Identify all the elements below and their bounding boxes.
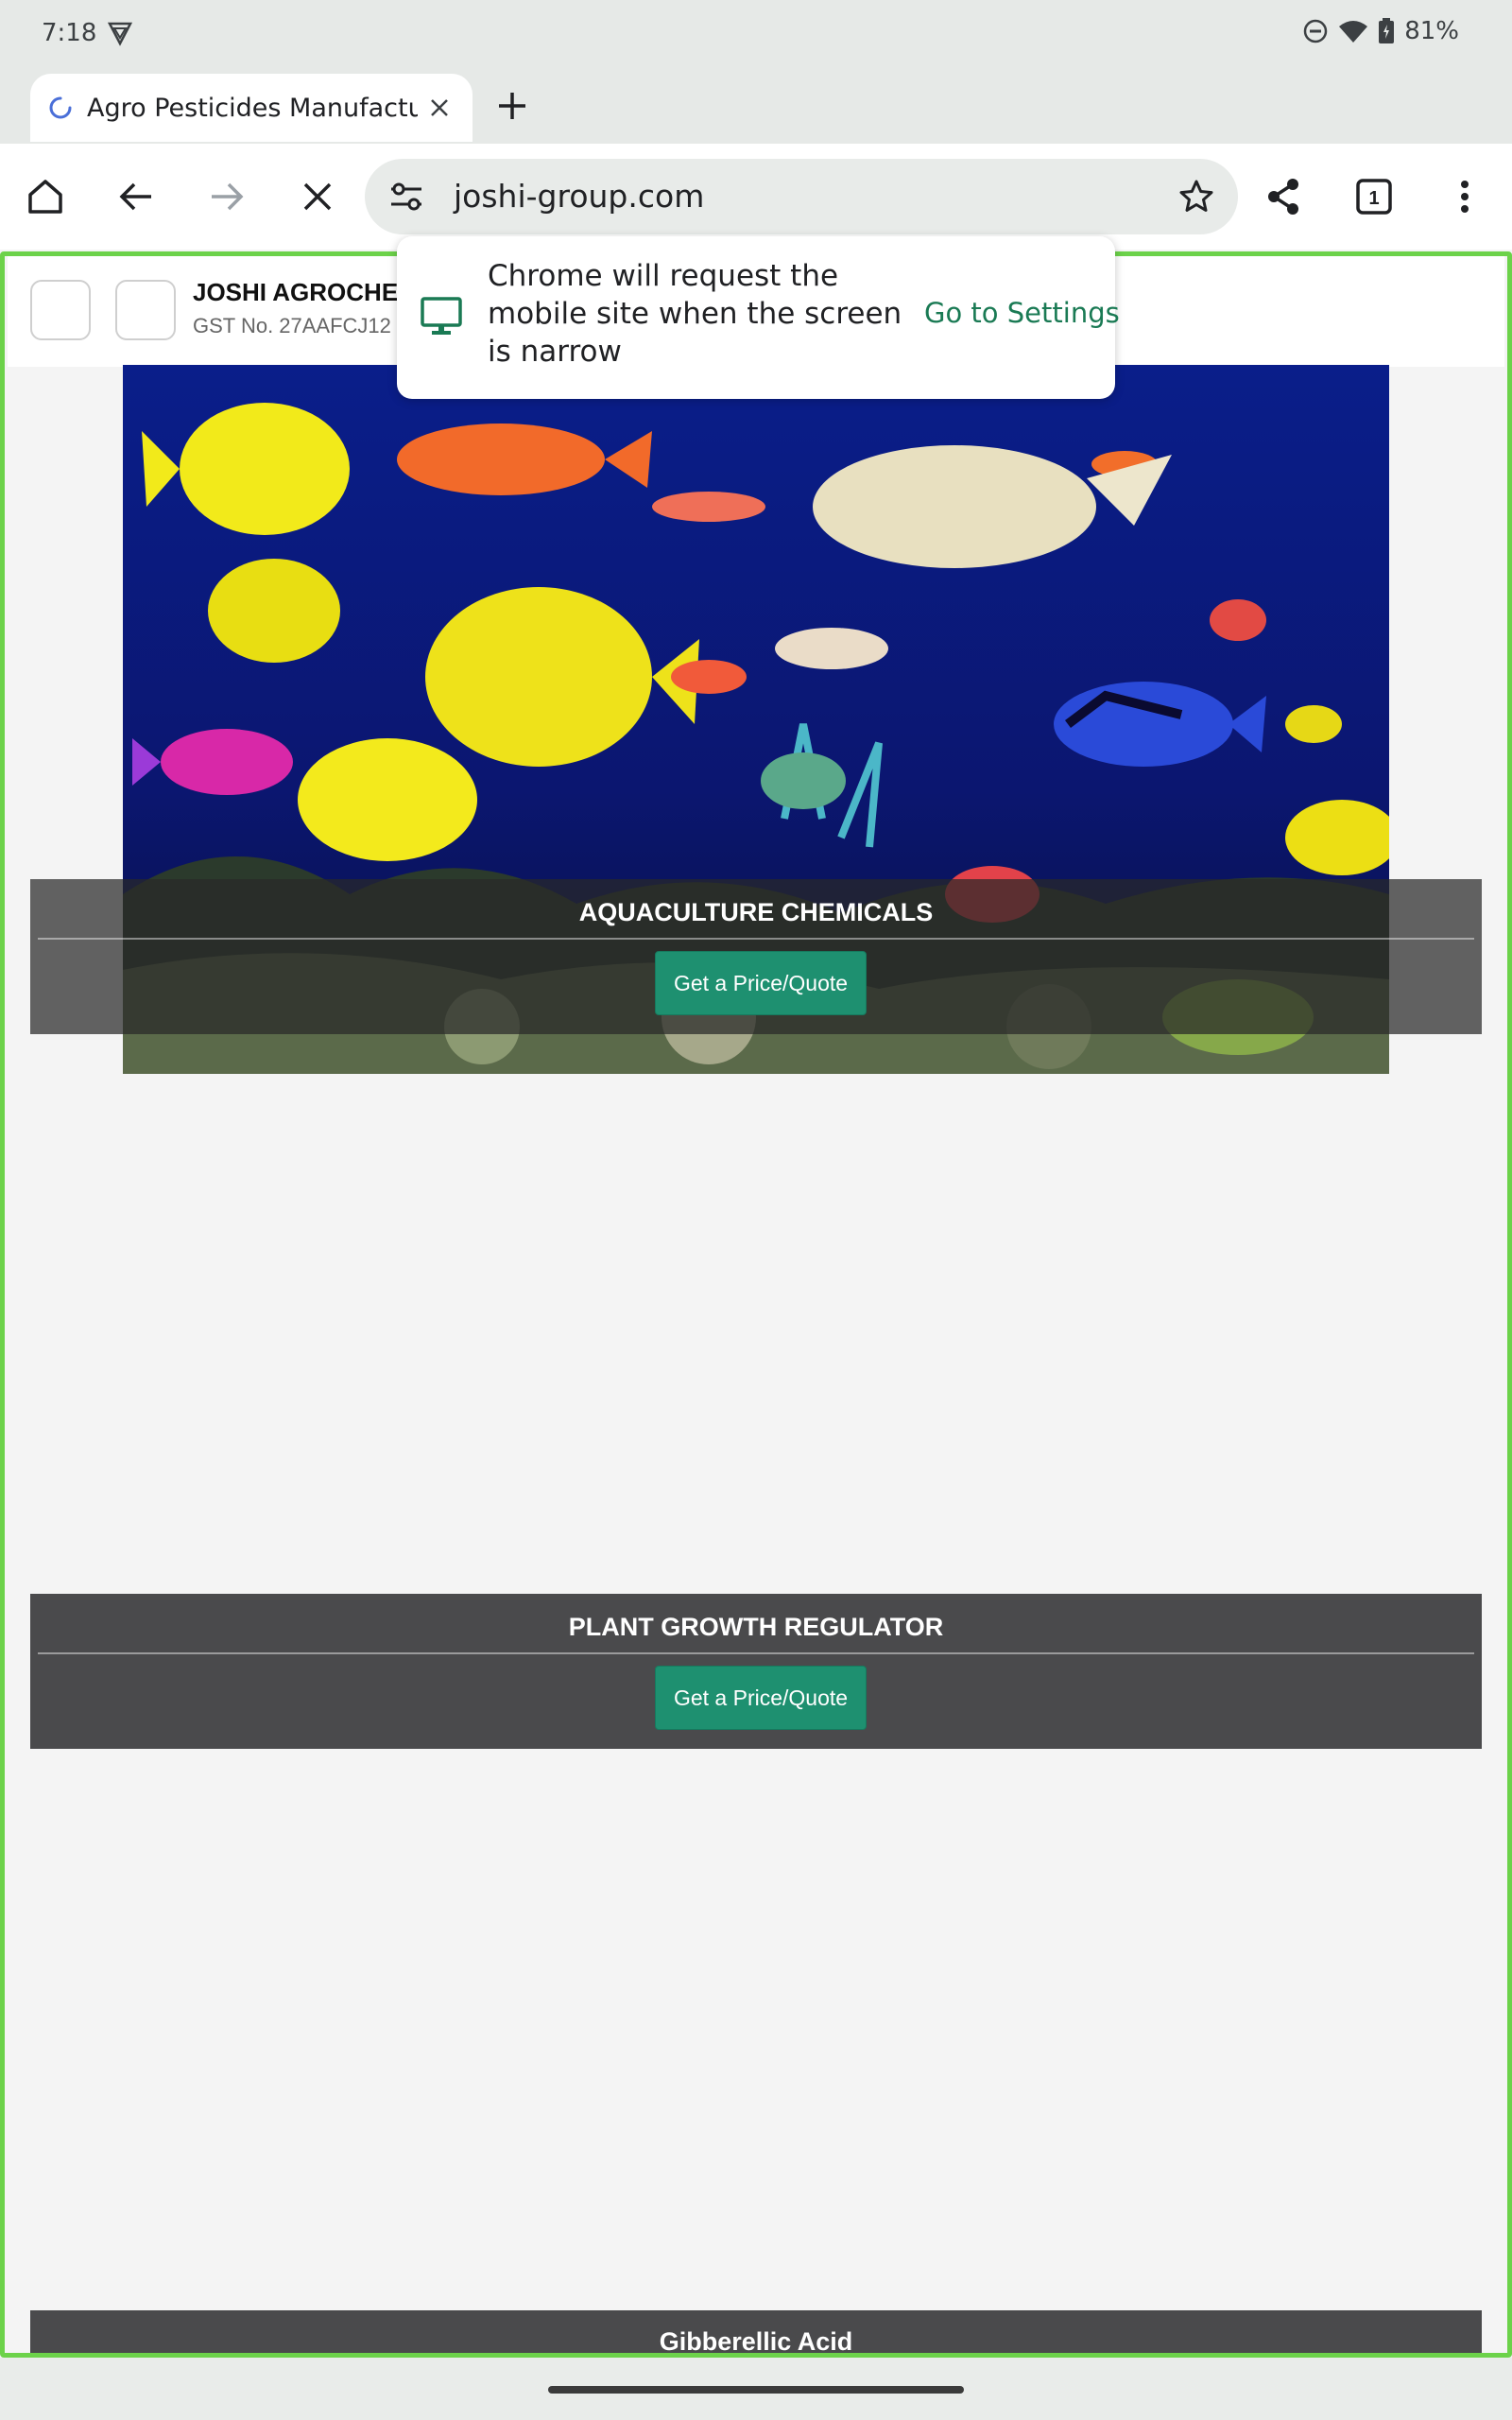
menu-button[interactable] [1438, 170, 1491, 223]
vpn-shield-icon [107, 22, 133, 46]
close-icon [303, 182, 332, 211]
tab-title: Agro Pesticides Manufacturer [87, 93, 418, 123]
wifi-icon [1339, 21, 1368, 43]
tab-switcher-icon: 1 [1356, 179, 1392, 215]
gesture-handle[interactable] [548, 2386, 964, 2394]
arrow-left-icon [119, 182, 151, 211]
status-time: 7:18 [42, 19, 97, 47]
status-icons: 81% [1302, 17, 1459, 45]
share-icon [1268, 179, 1298, 215]
category-plant-growth-regulator: PLANT GROWTH REGULATOR Get a Price/Quote [30, 1594, 1482, 1749]
tab-strip: Agro Pesticides Manufacturer [0, 68, 1512, 144]
menu-toggle-button[interactable] [30, 280, 91, 340]
arrow-right-icon [212, 182, 244, 211]
active-tab[interactable]: Agro Pesticides Manufacturer [30, 74, 472, 142]
battery-icon [1379, 18, 1395, 43]
forward-button[interactable] [200, 170, 253, 223]
category-aquaculture: AQUACULTURE CHEMICALS Get a Price/Quote [30, 879, 1482, 1034]
web-content: JOSHI AGROCHE GST No. 27AAFCJ12 AQUACULT… [0, 250, 1512, 2367]
battery-level: 81% [1404, 17, 1459, 45]
url-text[interactable]: joshi-group.com [454, 178, 704, 215]
new-tab-icon[interactable] [491, 85, 533, 127]
site-settings-icon[interactable] [387, 180, 425, 214]
screen: 7:18 81% Agro Pesticides Manufactu joshi… [0, 0, 1512, 2420]
get-quote-button[interactable]: Get a Price/Quote [655, 951, 867, 1015]
do-not-disturb-icon [1303, 19, 1328, 43]
share-button[interactable] [1257, 170, 1310, 223]
company-name[interactable]: JOSHI AGROCHE [193, 278, 398, 307]
category-title[interactable]: AQUACULTURE CHEMICALS [30, 898, 1482, 927]
status-bar: 7:18 81% [0, 0, 1512, 68]
close-tab-icon[interactable] [425, 94, 454, 122]
divider [38, 938, 1474, 940]
category-title[interactable]: Gibberellic Acid [30, 2327, 1482, 2357]
browser-toolbar: joshi-group.com 1 [0, 144, 1512, 250]
home-icon [28, 180, 62, 214]
gst-number: GST No. 27AAFCJ12 [193, 314, 391, 337]
tab-count: 1 [1368, 188, 1379, 209]
loading-spinner-icon [49, 96, 72, 119]
address-bar[interactable]: joshi-group.com [365, 159, 1238, 234]
get-quote-button[interactable]: Get a Price/Quote [655, 1666, 867, 1730]
divider [38, 1652, 1474, 1654]
category-title[interactable]: PLANT GROWTH REGULATOR [30, 1613, 1482, 1642]
bookmark-star-icon[interactable] [1177, 178, 1215, 216]
desktop-monitor-icon [421, 297, 462, 335]
system-nav-bar [0, 2358, 1512, 2420]
home-button[interactable] [19, 170, 72, 223]
company-logo[interactable] [115, 280, 176, 340]
desktop-site-message: Chrome will request the mobile site when… [397, 236, 1120, 399]
more-vertical-icon [1461, 181, 1469, 213]
back-button[interactable] [110, 170, 163, 223]
message-text: Chrome will request the mobile site when… [488, 259, 902, 369]
tab-switcher-button[interactable]: 1 [1348, 170, 1400, 223]
stop-loading-button[interactable] [291, 170, 344, 223]
go-to-settings-button[interactable]: Go to Settings [924, 297, 1120, 329]
